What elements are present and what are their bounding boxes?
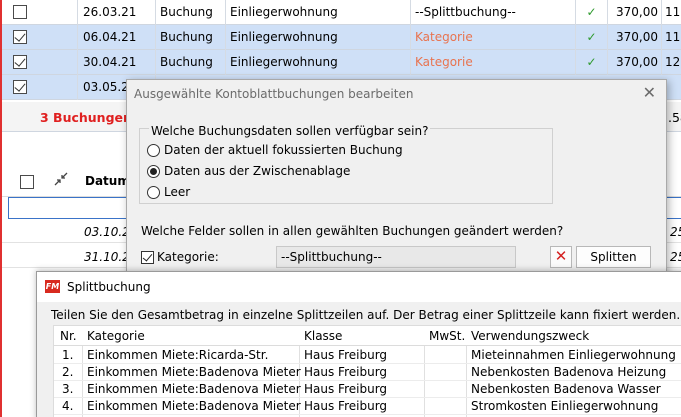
split-zweck[interactable]: Stromkosten Einliegerwohnung xyxy=(471,399,658,413)
data-source-question: Welche Buchungsdaten sollen verfügbar se… xyxy=(149,124,431,138)
ledger-row[interactable]: 06.04.21 Buchung Einliegerwohnung Katego… xyxy=(2,25,681,50)
select-all-checkbox[interactable] xyxy=(20,175,34,189)
row-checkbox[interactable] xyxy=(13,30,27,44)
cleared-check-icon: ✓ xyxy=(576,50,608,75)
split-table-header: Nr. Kategorie Klasse MwSt. Verwendungszw… xyxy=(54,326,681,346)
split-klasse[interactable]: Haus Freiburg xyxy=(304,382,387,396)
col-kategorie: Kategorie xyxy=(87,329,145,343)
radio-label[interactable]: Daten der aktuell fokussierten Buchung xyxy=(164,143,403,157)
row-date: 30.04.21 xyxy=(78,50,156,75)
column-date-header[interactable]: Datum xyxy=(85,174,130,188)
kategorie-field[interactable]: --Splittbuchung-- xyxy=(276,246,516,268)
split-klasse[interactable]: Haus Freiburg xyxy=(304,348,387,362)
summary-balance: .58 xyxy=(668,110,681,125)
clear-kategorie-button[interactable]: ✕ xyxy=(550,246,572,268)
row-balance: 12 xyxy=(665,55,681,69)
split-nr: 3. xyxy=(62,382,74,396)
kategorie-checkbox[interactable] xyxy=(141,251,154,264)
split-row[interactable]: 4. Einkommen Miete:Badenova Mieter Haus … xyxy=(54,398,681,415)
radio-label[interactable]: Leer xyxy=(164,185,190,199)
split-klasse[interactable]: Haus Freiburg xyxy=(304,365,387,379)
split-row[interactable]: 2. Einkommen Miete:Badenova Mieter Haus … xyxy=(54,364,681,381)
row-type: Buchung xyxy=(156,50,226,75)
split-booking-dialog: FM Splittbuchung Teilen Sie den Gesamtbe… xyxy=(36,271,681,417)
row-balance: 11 xyxy=(665,30,681,44)
row-balance: 25 xyxy=(670,250,681,264)
split-kategorie[interactable]: Einkommen Miete:Badenova Mieter xyxy=(87,399,301,413)
split-table: Nr. Kategorie Klasse MwSt. Verwendungszw… xyxy=(53,325,681,417)
row-date: 03.10.2 xyxy=(84,225,130,239)
split-kategorie[interactable]: Einkommen Miete:Badenova Mieter xyxy=(87,382,301,396)
split-button[interactable]: Splitten xyxy=(576,246,651,268)
row-amount: 370,00 xyxy=(608,50,662,75)
split-nr: 4. xyxy=(62,399,74,413)
split-kategorie[interactable]: Einkommen Miete:Ricarda-Str. xyxy=(87,348,268,362)
split-zweck[interactable]: Mieteinnahmen Einliegerwohnung xyxy=(471,348,676,362)
row-payee: Einliegerwohnung xyxy=(226,50,411,75)
fields-question: Welche Felder sollen in allen gewählten … xyxy=(141,224,564,238)
row-category: --Splittbuchung-- xyxy=(411,0,576,25)
col-zweck: Verwendungszweck xyxy=(471,329,590,343)
kategorie-label: Kategorie: xyxy=(157,250,219,264)
row-date: 26.03.21 xyxy=(78,0,156,25)
col-mwst: MwSt. xyxy=(429,329,466,343)
row-date: 31.10.2 xyxy=(84,250,130,264)
split-row[interactable]: 3. Einkommen Miete:Badenova Mieter Haus … xyxy=(54,381,681,398)
split-klasse[interactable]: Haus Freiburg xyxy=(304,399,387,413)
split-dialog-body: Teilen Sie den Gesamtbetrag in einzelne … xyxy=(37,302,681,417)
radio-clipboard[interactable] xyxy=(147,165,160,178)
col-klasse: Klasse xyxy=(304,329,343,343)
ledger-row[interactable]: 26.03.21 Buchung Einliegerwohnung --Spli… xyxy=(2,0,681,25)
radio-empty[interactable] xyxy=(147,186,160,199)
col-nr: Nr. xyxy=(60,329,77,343)
dialog-title: Splittbuchung xyxy=(67,280,151,294)
row-date: 06.04.21 xyxy=(78,25,156,50)
row-amount: 370,00 xyxy=(608,0,662,25)
split-row[interactable]: 1. Einkommen Miete:Ricarda-Str. Haus Fre… xyxy=(54,347,681,364)
split-zweck[interactable]: Nebenkosten Badenova Wasser xyxy=(471,382,661,396)
split-dialog-titlebar: FM Splittbuchung xyxy=(37,272,681,302)
split-nr: 2. xyxy=(62,365,74,379)
close-icon[interactable]: ✕ xyxy=(643,83,656,102)
cleared-check-icon: ✓ xyxy=(576,25,608,50)
split-nr: 1. xyxy=(62,348,74,362)
radio-label[interactable]: Daten aus der Zwischenablage xyxy=(164,164,350,178)
split-zweck[interactable]: Nebenkosten Badenova Heizung xyxy=(471,365,666,379)
row-category: Kategorie xyxy=(411,25,576,50)
row-category: Kategorie xyxy=(411,50,576,75)
row-checkbox[interactable] xyxy=(13,80,27,94)
row-checkbox[interactable] xyxy=(13,5,27,19)
collapse-arrows-icon[interactable] xyxy=(54,172,68,189)
split-info-text: Teilen Sie den Gesamtbetrag in einzelne … xyxy=(51,308,681,322)
split-kategorie[interactable]: Einkommen Miete:Badenova Mieter xyxy=(87,365,301,379)
dialog-title: Ausgewählte Kontoblattbuchungen bearbeit… xyxy=(134,87,414,101)
ledger-row[interactable]: 30.04.21 Buchung Einliegerwohnung Katego… xyxy=(2,50,681,75)
row-payee: Einliegerwohnung xyxy=(226,0,411,25)
app-logo-icon: FM xyxy=(45,280,60,293)
row-type: Buchung xyxy=(156,25,226,50)
row-balance: 11 xyxy=(665,5,681,19)
row-balance: 25 xyxy=(670,225,681,239)
row-type: Buchung xyxy=(156,0,226,25)
radio-focused-booking[interactable] xyxy=(147,144,160,157)
row-payee: Einliegerwohnung xyxy=(226,25,411,50)
row-amount: 370,00 xyxy=(608,25,662,50)
cleared-check-icon: ✓ xyxy=(576,0,608,25)
row-checkbox[interactable] xyxy=(13,55,27,69)
edit-bookings-dialog: Ausgewählte Kontoblattbuchungen bearbeit… xyxy=(126,79,667,279)
